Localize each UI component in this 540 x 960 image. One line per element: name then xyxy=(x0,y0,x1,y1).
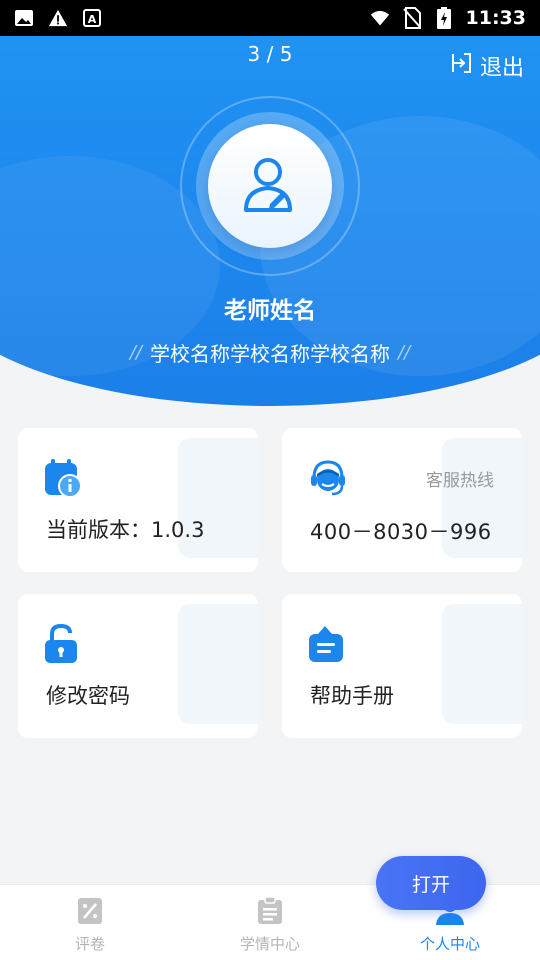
status-bar: A 11:33 xyxy=(0,0,540,36)
grading-icon xyxy=(77,897,103,929)
no-sim-icon xyxy=(402,7,422,29)
tab-personal-center-label: 个人中心 xyxy=(419,935,480,953)
battery-charging-icon xyxy=(434,7,454,29)
wifi-icon xyxy=(370,8,390,28)
school-name-row: // 学校名称学校名称学校名称 // xyxy=(0,338,540,367)
logout-icon xyxy=(450,51,474,81)
teacher-avatar-icon xyxy=(240,152,300,220)
change-password-card[interactable]: 修改密码 xyxy=(18,594,258,738)
logout-button[interactable]: 退出 xyxy=(450,50,524,82)
font-icon: A xyxy=(82,8,102,28)
tab-learning-center-label: 学情中心 xyxy=(239,935,300,953)
warning-icon xyxy=(48,8,68,28)
tab-grading-label: 评卷 xyxy=(74,935,105,953)
version-label: 当前版本：1.0.3 xyxy=(46,518,205,542)
teacher-name: 老师姓名 xyxy=(224,298,316,324)
calendar-info-icon xyxy=(44,458,82,502)
change-password-label: 修改密码 xyxy=(46,684,130,708)
decorative-slash-icon: // xyxy=(398,342,411,363)
svg-text:A: A xyxy=(88,13,97,26)
avatar[interactable] xyxy=(208,124,332,248)
status-time: 11:33 xyxy=(465,7,526,29)
customer-service-icon xyxy=(308,458,348,502)
help-manual-card[interactable]: 帮助手册 xyxy=(282,594,522,738)
unlock-icon xyxy=(44,623,80,668)
school-name: 学校名称学校名称学校名称 xyxy=(150,342,390,366)
hotline-title: 客服热线 xyxy=(426,471,494,491)
tab-learning-center[interactable]: 学情中心 xyxy=(180,885,360,960)
open-button[interactable]: 打开 xyxy=(376,856,486,910)
hotline-number[interactable]: 400－8030－996 xyxy=(310,516,492,546)
version-card[interactable]: 当前版本：1.0.3 xyxy=(18,428,258,572)
decorative-slash-icon: // xyxy=(129,342,142,363)
hotline-card[interactable]: 客服热线 400－8030－996 xyxy=(282,428,522,572)
image-icon xyxy=(14,8,34,28)
help-manual-label: 帮助手册 xyxy=(310,684,394,708)
tab-grading[interactable]: 评卷 xyxy=(0,885,180,960)
profile-header: 3 / 5 退出 老师姓名 // 学校名称学校名称学校名称 // xyxy=(0,36,540,408)
help-manual-icon xyxy=(308,624,344,668)
clipboard-icon xyxy=(257,896,283,929)
logout-label: 退出 xyxy=(479,56,524,81)
